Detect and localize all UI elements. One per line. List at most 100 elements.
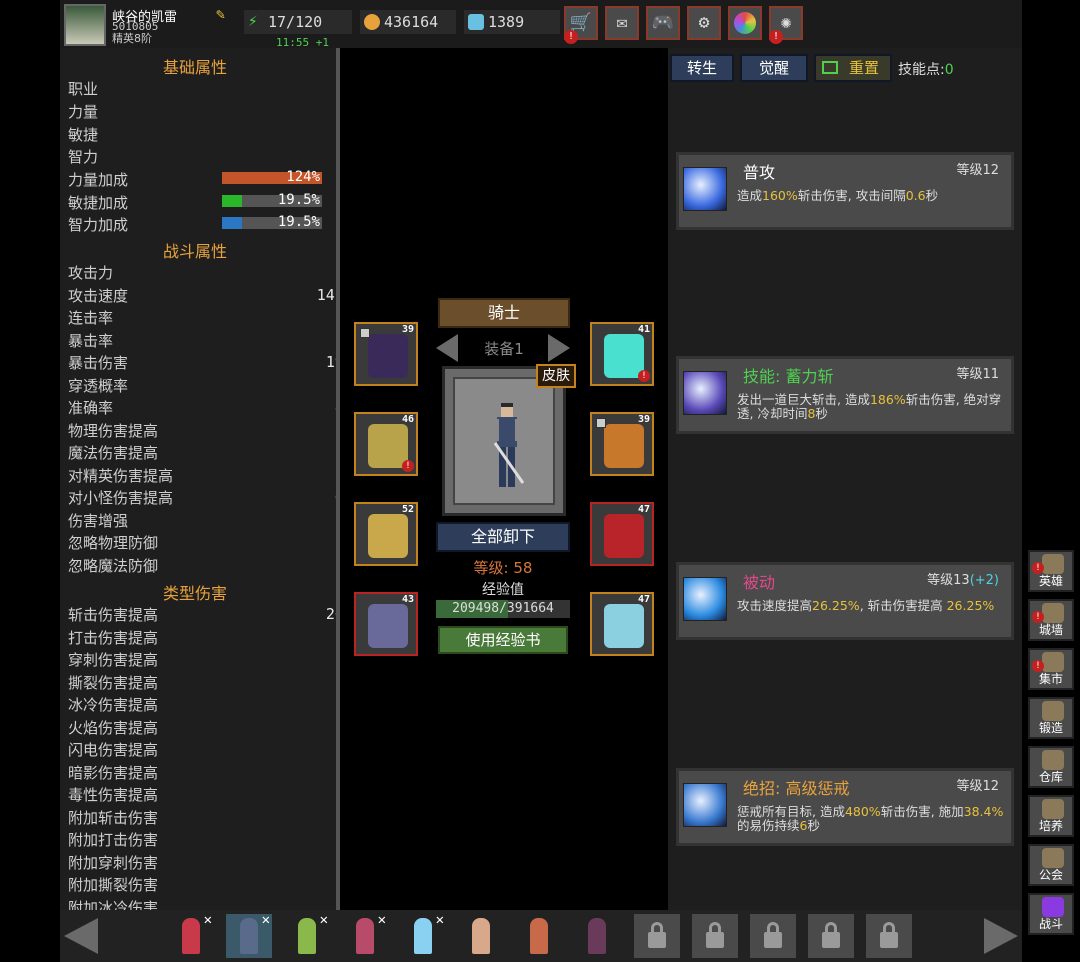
video-icon: [822, 61, 838, 74]
tab-awaken[interactable]: 觉醒: [740, 54, 808, 82]
skill-card[interactable]: 普攻 等级12 造成160%斩击伤害, 攻击间隔0.6秒: [676, 152, 1014, 230]
stat-label: 敏捷加成: [68, 193, 129, 212]
stat-label: 冰冷伤害提高: [68, 696, 159, 714]
stat-label: 附加打击伤害: [68, 831, 159, 849]
hero-sprite: [493, 403, 525, 487]
hero-slot[interactable]: ✕: [284, 912, 330, 958]
sidenav-label: 培养: [1038, 819, 1063, 833]
hero-sprite: [182, 918, 200, 954]
skill-card[interactable]: 技能: 蓄力斩 等级11 发出一道巨大斩击, 造成186%斩击伤害, 绝对穿透, 冷…: [676, 356, 1014, 434]
sidenav-item[interactable]: 城墙!: [1028, 599, 1074, 641]
locked-hero-slot[interactable]: [808, 914, 854, 958]
sidenav-label: 城墙: [1038, 623, 1063, 637]
armor-slot[interactable]: 46!: [354, 412, 418, 476]
padlock-body: [706, 932, 724, 948]
fireworks-icon: ✺: [780, 12, 792, 33]
sidenav-item[interactable]: 英雄!: [1028, 550, 1074, 592]
locked-hero-slot[interactable]: [750, 914, 796, 958]
tab-rebirth[interactable]: 转生: [670, 54, 734, 82]
sidenav-item[interactable]: 培养: [1028, 795, 1074, 837]
item-icon: [604, 604, 644, 648]
prev-hero-arrow[interactable]: [64, 918, 98, 954]
skill-icon: [683, 783, 727, 827]
stat-row: 连击率6.8%: [68, 306, 336, 328]
sidenav-item[interactable]: 公会: [1028, 844, 1074, 886]
equipment-set-label: 装备1: [484, 340, 524, 358]
skill-level: 等级12: [956, 163, 999, 178]
gem-value: 1389: [488, 13, 525, 31]
weapon-slot[interactable]: 47: [590, 592, 654, 656]
skill-level: 等级12: [956, 779, 999, 794]
sidenav-item[interactable]: 集市!: [1028, 648, 1074, 690]
color-button[interactable]: [728, 6, 762, 40]
necklace-slot[interactable]: 41!: [590, 322, 654, 386]
boots-slot[interactable]: 43: [354, 592, 418, 656]
use-exp-book-button[interactable]: 使用经验书: [438, 626, 568, 654]
settings-button[interactable]: ⚙: [687, 6, 721, 40]
stat-row: 智力1680: [68, 145, 336, 167]
locked-hero-slot[interactable]: [634, 914, 680, 958]
stat-row: 忽略物理防御53%: [68, 531, 336, 553]
combat-attributes-header: 战斗属性: [162, 242, 227, 261]
hero-slot[interactable]: [574, 914, 620, 958]
ring-slot[interactable]: 47: [590, 502, 654, 566]
player-avatar[interactable]: [64, 4, 106, 46]
close-icon: ✕: [261, 912, 270, 928]
stat-row: 对小怪伤害提高6.48%: [68, 486, 336, 508]
hero-slot[interactable]: [516, 914, 562, 958]
stat-row: 附加斩击伤害0: [68, 806, 336, 828]
stat-label: 附加斩击伤害: [68, 808, 159, 827]
gem-counter: 1389: [464, 10, 560, 34]
stat-row: 准确率88.2%: [68, 396, 336, 418]
mail-button[interactable]: ✉: [605, 6, 639, 40]
stat-label: 智力: [68, 148, 99, 166]
gloves-slot[interactable]: 39: [590, 412, 654, 476]
padlock-body: [880, 932, 898, 948]
edit-icon[interactable]: ✎: [216, 6, 232, 22]
unequip-all-button[interactable]: 全部卸下: [436, 522, 570, 552]
item-icon: [604, 424, 644, 468]
tab-reset[interactable]: 重置: [814, 54, 892, 82]
hero-sprite: [356, 918, 374, 954]
stat-row: 穿刺伤害提高0%: [68, 648, 336, 670]
next-hero-arrow[interactable]: [984, 918, 1018, 954]
sidenav-item[interactable]: 战斗: [1028, 893, 1074, 935]
sidenav-item[interactable]: 仓库: [1028, 746, 1074, 788]
stat-bonus-row: 力量加成 124%: [68, 168, 336, 190]
shop-button[interactable]: 🛒!: [564, 6, 598, 44]
sidenav-item[interactable]: 锻造: [1028, 697, 1074, 739]
next-set-arrow[interactable]: [548, 334, 570, 362]
item-level: 41: [637, 324, 650, 335]
hero-slot[interactable]: [458, 914, 504, 958]
hero-sprite: [414, 918, 432, 954]
stat-label: 暗影伤害提高: [68, 763, 159, 782]
stat-label: 忽略物理防御: [68, 534, 159, 552]
prev-set-arrow[interactable]: [436, 334, 458, 362]
stat-label: 攻击速度: [68, 286, 129, 305]
stat-row: 斩击伤害提高 26.25%: [68, 603, 336, 625]
skill-card[interactable]: 绝招: 高级惩戒 等级12 惩戒所有目标, 造成480%斩击伤害, 施加38.4%的…: [676, 768, 1014, 846]
hero-slot[interactable]: ✕: [400, 912, 446, 958]
alert-icon: !: [638, 370, 650, 382]
lock-icon: [360, 328, 370, 338]
locked-hero-slot[interactable]: [866, 914, 912, 958]
hero-slot[interactable]: ✕: [168, 912, 214, 958]
gamepad-button[interactable]: 🎮: [646, 6, 680, 40]
stat-label: 伤害增强: [68, 511, 129, 530]
helmet-slot[interactable]: 39: [354, 322, 418, 386]
close-icon: ✕: [377, 912, 386, 928]
hero-slot[interactable]: ✕: [226, 912, 272, 958]
item-level: 47: [637, 504, 650, 515]
stat-label: 力量加成: [68, 171, 129, 189]
exp-bar: 209498/391664: [436, 600, 570, 618]
stat-row: 力量3829: [68, 100, 336, 122]
skill-card[interactable]: 被动 等级13(+2) 攻击速度提高26.25%, 斩击伤害提高 26.25%: [676, 562, 1014, 640]
hero-slot[interactable]: ✕: [342, 912, 388, 958]
fireworks-button[interactable]: ✺!: [769, 6, 803, 44]
gold-value: 436164: [384, 13, 439, 31]
skin-button[interactable]: 皮肤: [536, 364, 576, 388]
pants-slot[interactable]: 52: [354, 502, 418, 566]
item-icon: [604, 334, 644, 378]
hero-sprite: [298, 918, 316, 954]
locked-hero-slot[interactable]: [692, 914, 738, 958]
